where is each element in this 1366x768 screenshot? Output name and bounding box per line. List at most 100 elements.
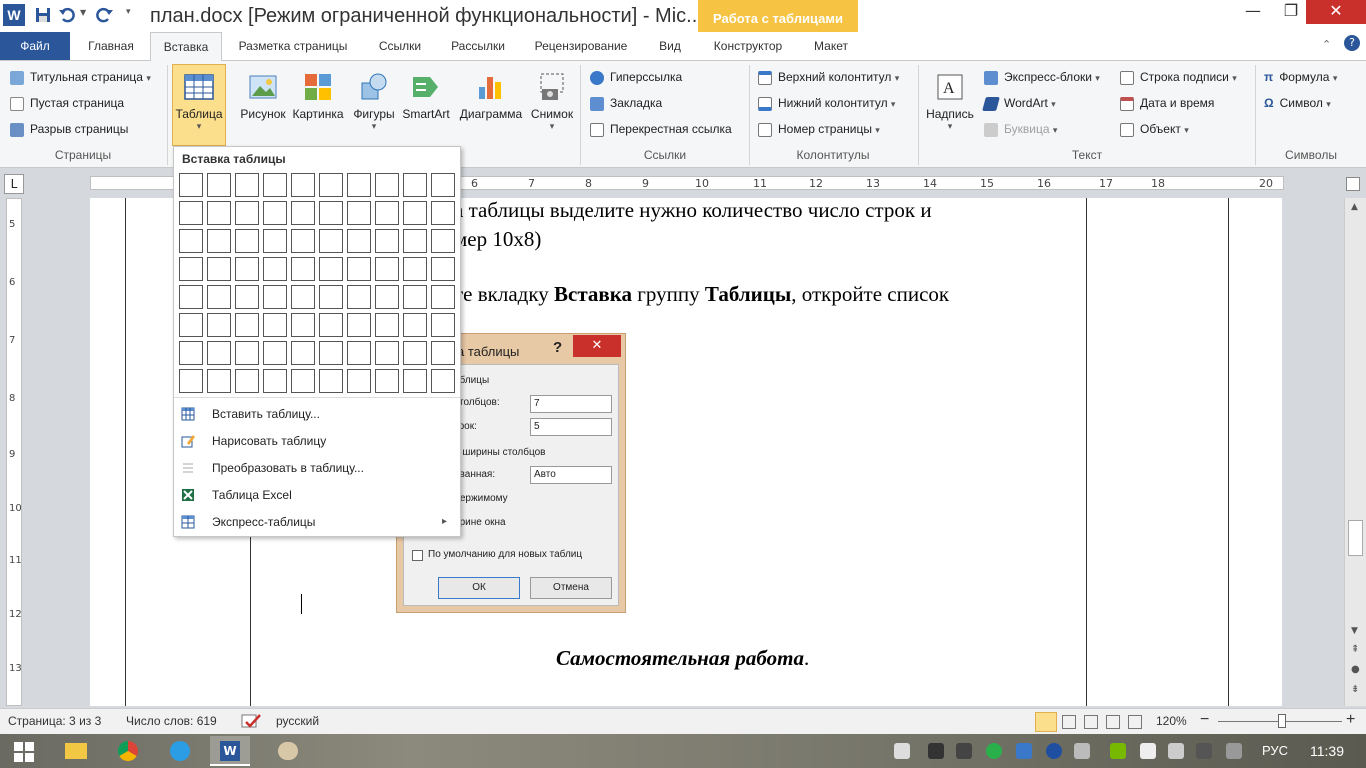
undo-dropdown-icon[interactable]: ▼ [80, 8, 86, 17]
hyperlink-button[interactable]: Гиперссылка [590, 66, 682, 88]
date-time-button[interactable]: Дата и время [1120, 92, 1214, 114]
picture-button[interactable]: Рисунок [236, 65, 290, 145]
table-button[interactable]: Таблица ▾ [172, 64, 226, 146]
table-grid-cell[interactable] [291, 229, 315, 253]
zoom-slider-thumb[interactable] [1278, 714, 1286, 728]
table-grid-cell[interactable] [235, 313, 259, 337]
table-grid-cell[interactable] [207, 369, 231, 393]
table-grid-cell[interactable] [263, 285, 287, 309]
table-grid-cell[interactable] [179, 313, 203, 337]
browse-object-icon[interactable]: ● [1351, 664, 1360, 675]
table-grid-cell[interactable] [291, 369, 315, 393]
table-grid-cell[interactable] [263, 229, 287, 253]
table-grid-cell[interactable] [179, 341, 203, 365]
tab-view[interactable]: Вид [644, 32, 696, 60]
table-grid-cell[interactable] [235, 173, 259, 197]
word-app-icon[interactable]: W [3, 4, 25, 26]
nvidia-icon[interactable] [1110, 743, 1126, 759]
insert-table-item[interactable]: Вставить таблицу... [174, 401, 460, 427]
table-grid-cell[interactable] [375, 285, 399, 309]
table-grid-cell[interactable] [431, 341, 455, 365]
table-grid-cell[interactable] [179, 201, 203, 225]
next-page-icon[interactable]: ⇟ [1351, 684, 1359, 695]
tab-insert[interactable]: Вставка [150, 32, 222, 61]
quick-parts-button[interactable]: Экспресс-блоки ▾ [984, 66, 1100, 88]
customize-qat-icon[interactable]: ▾ [126, 7, 131, 17]
table-grid-cell[interactable] [319, 201, 343, 225]
table-grid-cell[interactable] [319, 313, 343, 337]
tab-layout[interactable]: Макет [798, 32, 864, 60]
tray-icon[interactable] [928, 743, 944, 759]
table-grid-cell[interactable] [347, 257, 371, 281]
scroll-up-icon[interactable]: ▲ [1351, 202, 1358, 212]
input-language[interactable]: РУС [1262, 743, 1288, 758]
convert-to-table-item[interactable]: Преобразовать в таблицу... [174, 455, 460, 481]
save-icon[interactable] [34, 6, 52, 24]
table-grid-cell[interactable] [319, 341, 343, 365]
table-grid-cell[interactable] [263, 201, 287, 225]
table-grid-cell[interactable] [319, 257, 343, 281]
print-layout-view-icon[interactable] [1035, 712, 1057, 732]
zoom-in-button[interactable]: + [1346, 711, 1355, 729]
table-grid-cell[interactable] [207, 341, 231, 365]
table-grid-cell[interactable] [431, 285, 455, 309]
table-grid-cell[interactable] [207, 201, 231, 225]
tab-selector-button[interactable]: L [4, 174, 24, 194]
table-grid-cell[interactable] [403, 257, 427, 281]
table-grid-cell[interactable] [347, 285, 371, 309]
table-grid-cell[interactable] [347, 369, 371, 393]
object-button[interactable]: Объект ▾ [1120, 118, 1189, 140]
table-grid-cell[interactable] [431, 257, 455, 281]
table-grid-cell[interactable] [235, 201, 259, 225]
tray-icon[interactable] [1196, 743, 1212, 759]
table-grid-cell[interactable] [403, 201, 427, 225]
textbox-button[interactable]: A Надпись ▾ [922, 65, 978, 145]
tab-mailings[interactable]: Рассылки [438, 32, 518, 60]
symbol-button[interactable]: Ω Символ ▾ [1264, 92, 1331, 114]
table-grid-cell[interactable] [319, 285, 343, 309]
table-grid-cell[interactable] [403, 341, 427, 365]
file-explorer-icon[interactable] [56, 736, 96, 766]
table-grid-cell[interactable] [431, 369, 455, 393]
network-icon[interactable] [1168, 743, 1184, 759]
full-screen-view-icon[interactable] [1062, 715, 1076, 729]
page-count-status[interactable]: Страница: 3 из 3 [8, 714, 101, 728]
table-grid-cell[interactable] [403, 229, 427, 253]
signature-line-button[interactable]: Строка подписи ▾ [1120, 66, 1237, 88]
table-grid-cell[interactable] [347, 229, 371, 253]
word-count-status[interactable]: Число слов: 619 [126, 714, 217, 728]
table-grid-cell[interactable] [207, 229, 231, 253]
table-grid-cell[interactable] [319, 173, 343, 197]
tab-home[interactable]: Главная [74, 32, 148, 60]
table-grid-cell[interactable] [375, 369, 399, 393]
table-grid-cell[interactable] [263, 369, 287, 393]
page-number-button[interactable]: Номер страницы ▾ [758, 118, 880, 140]
vertical-scrollbar[interactable]: ▲ ▼ ⇞ ● ⇟ [1344, 198, 1366, 706]
table-grid-cell[interactable] [375, 201, 399, 225]
table-grid-cell[interactable] [263, 313, 287, 337]
wordart-button[interactable]: WordArt ▾ [982, 92, 1056, 114]
tray-icon[interactable] [956, 743, 972, 759]
battery-icon[interactable] [1226, 743, 1242, 759]
view-ruler-icon[interactable] [1346, 177, 1360, 191]
table-grid-cell[interactable] [263, 173, 287, 197]
cross-reference-button[interactable]: Перекрестная ссылка [590, 118, 732, 140]
table-grid-cell[interactable] [347, 201, 371, 225]
tab-page-layout[interactable]: Разметка страницы [226, 32, 360, 60]
proofing-icon[interactable] [240, 713, 262, 731]
download-icon[interactable] [986, 743, 1002, 759]
equation-button[interactable]: π Формула ▾ [1264, 66, 1337, 88]
table-grid-cell[interactable] [235, 257, 259, 281]
table-grid-cell[interactable] [431, 201, 455, 225]
table-grid-cell[interactable] [375, 229, 399, 253]
draft-view-icon[interactable] [1128, 715, 1142, 729]
table-grid-cell[interactable] [431, 173, 455, 197]
table-grid-cell[interactable] [291, 257, 315, 281]
table-grid-cell[interactable] [179, 229, 203, 253]
table-grid-cell[interactable] [347, 313, 371, 337]
scroll-down-icon[interactable]: ▼ [1351, 626, 1358, 636]
word-taskbar-icon[interactable]: W [210, 736, 250, 766]
previous-page-icon[interactable]: ⇞ [1351, 644, 1359, 655]
dropcap-button[interactable]: Буквица ▾ [984, 118, 1057, 140]
table-grid-cell[interactable] [319, 229, 343, 253]
